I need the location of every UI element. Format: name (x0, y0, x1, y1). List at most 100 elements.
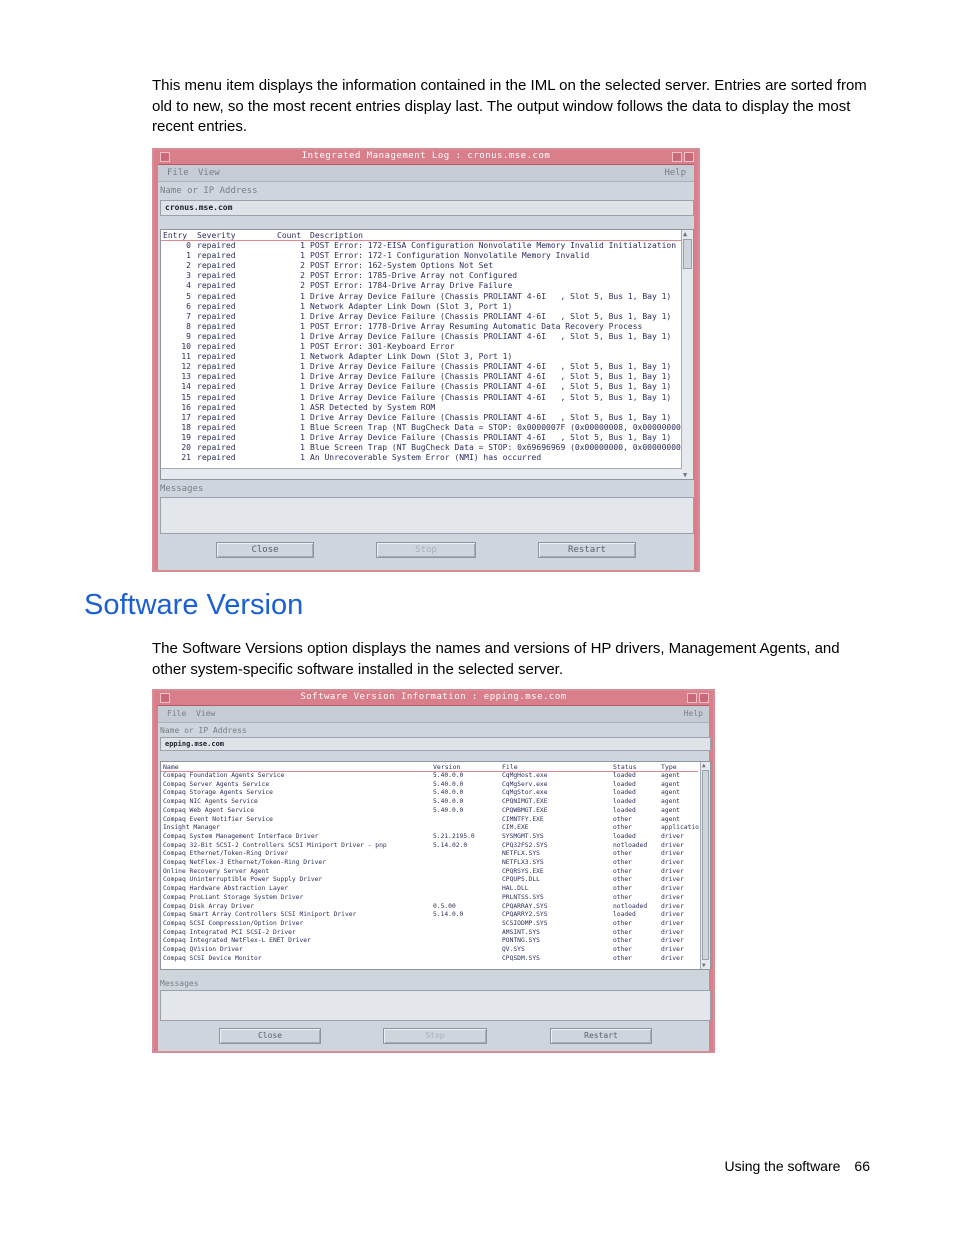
menu-help[interactable]: Help (684, 709, 703, 718)
software-file: CqMgServ.exe (502, 780, 548, 788)
software-name: Compaq NIC Agents Service (163, 798, 258, 806)
iml-titlebar: Integrated Management Log : cronus.mse.c… (154, 150, 698, 165)
scroll-thumb[interactable] (683, 239, 692, 269)
minimize-icon[interactable] (687, 693, 697, 703)
minimize-icon[interactable] (672, 152, 682, 162)
entry-description: Blue Screen Trap (NT BugCheck Data = STO… (310, 422, 686, 432)
software-status: other (613, 859, 632, 866)
software-name: Compaq Smart Array Controllers SCSI Mini… (163, 911, 357, 919)
col-header-version: Version (433, 763, 461, 771)
software-status: other (613, 893, 632, 901)
software-file: CPQARRY2.SYS (502, 911, 548, 919)
entry-count: 1 (300, 432, 305, 442)
entry-number: 9 (186, 331, 191, 341)
entry-severity: repaired (197, 382, 236, 392)
entry-number: 15 (181, 392, 191, 402)
col-header-description: Description (310, 231, 363, 240)
entry-count: 1 (300, 301, 305, 311)
software-status: loaded (613, 780, 636, 788)
messages-box (160, 990, 711, 1021)
col-header-count: Count (277, 231, 302, 240)
menu-file[interactable]: File (167, 168, 189, 178)
maximize-icon[interactable] (699, 693, 709, 703)
entry-count: 1 (300, 453, 305, 463)
menu-view[interactable]: View (196, 709, 215, 718)
software-name: Compaq Foundation Agents Service (163, 772, 285, 779)
sv-window-title: Software Version Information : epping.ms… (300, 692, 567, 702)
software-name: Compaq 32-Bit SCSI-2 Controllers SCSI Mi… (163, 841, 387, 849)
scroll-down-icon[interactable]: ▼ (702, 962, 706, 969)
scroll-down-icon[interactable]: ▼ (683, 471, 687, 479)
entry-number: 13 (181, 372, 191, 382)
software-file: CIMNTFY.EXE (502, 815, 544, 823)
window-frame-left (154, 705, 158, 1051)
restart-button[interactable]: Restart (550, 1028, 652, 1044)
entry-description: POST Error: 1785-Drive Array not Configu… (310, 271, 518, 281)
software-name: Compaq Hardware Abstraction Layer (163, 885, 289, 893)
software-type: driver (661, 841, 684, 849)
menu-file[interactable]: File (167, 709, 186, 718)
software-type: driver (661, 937, 684, 945)
entry-number: 6 (186, 301, 191, 311)
software-type: driver (661, 919, 684, 927)
software-status: loaded (613, 911, 636, 919)
close-button[interactable]: Close (216, 542, 314, 558)
iml-vertical-scrollbar[interactable]: ▲ ▼ (681, 230, 693, 479)
address-label: Name or IP Address (160, 726, 247, 735)
software-file: AMSINT.SYS (502, 928, 540, 936)
software-version-list[interactable]: Name Version File Status Type Compaq Fou… (160, 761, 711, 970)
software-status: other (613, 850, 632, 858)
software-status: loaded (613, 772, 636, 779)
iml-entry-list[interactable]: Entry Severity Count Description 0 repair… (160, 229, 694, 480)
entry-severity: repaired (197, 352, 236, 362)
scroll-up-icon[interactable]: ▲ (683, 230, 687, 238)
menu-view[interactable]: View (198, 168, 220, 178)
entry-number: 19 (181, 432, 191, 442)
col-header-entry: Entry (163, 231, 188, 240)
entry-severity: repaired (197, 261, 236, 271)
entry-number: 14 (181, 382, 191, 392)
software-version-window: Software Version Information : epping.ms… (152, 689, 715, 1053)
restart-button[interactable]: Restart (538, 542, 636, 558)
entry-count: 1 (300, 352, 305, 362)
entry-description: Network Adapter Link Down (Slot 3, Port … (310, 352, 513, 362)
software-file: CqMgHost.exe (502, 772, 548, 779)
footer-label: Using the software (724, 1158, 841, 1174)
close-button[interactable]: Close (219, 1028, 321, 1044)
stop-button[interactable]: Stop (383, 1028, 487, 1044)
entry-description: POST Error: 162-System Options Not Set (310, 261, 494, 271)
section-paragraph: The Software Versions option displays th… (152, 640, 840, 678)
scroll-thumb[interactable] (702, 770, 709, 960)
entry-number: 10 (181, 342, 191, 351)
entry-count: 1 (300, 412, 305, 422)
entry-description: Drive Array Device Failure (Chassis PROL… (310, 392, 672, 402)
iml-horizontal-scrollbar[interactable] (161, 468, 682, 479)
address-input[interactable]: cronus.mse.com (160, 200, 694, 216)
software-file: NETFLX3.SYS (502, 859, 544, 866)
entry-count: 1 (300, 342, 305, 351)
entry-severity: repaired (197, 362, 236, 372)
sv-vertical-scrollbar[interactable]: ▲ ▼ (700, 762, 710, 969)
stop-button[interactable]: Stop (376, 542, 476, 558)
software-status: loaded (613, 806, 636, 814)
entry-description: An Unrecoverable System Error (NMI) has … (310, 453, 542, 463)
menu-help[interactable]: Help (664, 168, 686, 178)
maximize-icon[interactable] (684, 152, 694, 162)
entry-number: 0 (186, 241, 191, 250)
software-type: agent (661, 815, 680, 823)
scroll-up-icon[interactable]: ▲ (702, 762, 706, 769)
software-status: other (613, 946, 632, 953)
software-type: agent (661, 772, 680, 779)
software-status: other (613, 937, 632, 945)
sv-menubar: File View Help (158, 706, 709, 723)
entry-description: Drive Array Device Failure (Chassis PROL… (310, 311, 672, 321)
address-input[interactable]: epping.mse.com (160, 737, 711, 751)
software-file: SYSMGMT.SYS (502, 832, 544, 840)
software-type: driver (661, 911, 684, 919)
software-name: Compaq ProLiant Storage System Driver (163, 893, 304, 901)
software-file: PRLNTSS.SYS (502, 893, 544, 901)
software-name: Compaq Event Notifier Service (163, 815, 273, 823)
messages-label: Messages (160, 484, 204, 494)
software-type: agent (661, 789, 680, 797)
software-type: driver (661, 928, 684, 936)
